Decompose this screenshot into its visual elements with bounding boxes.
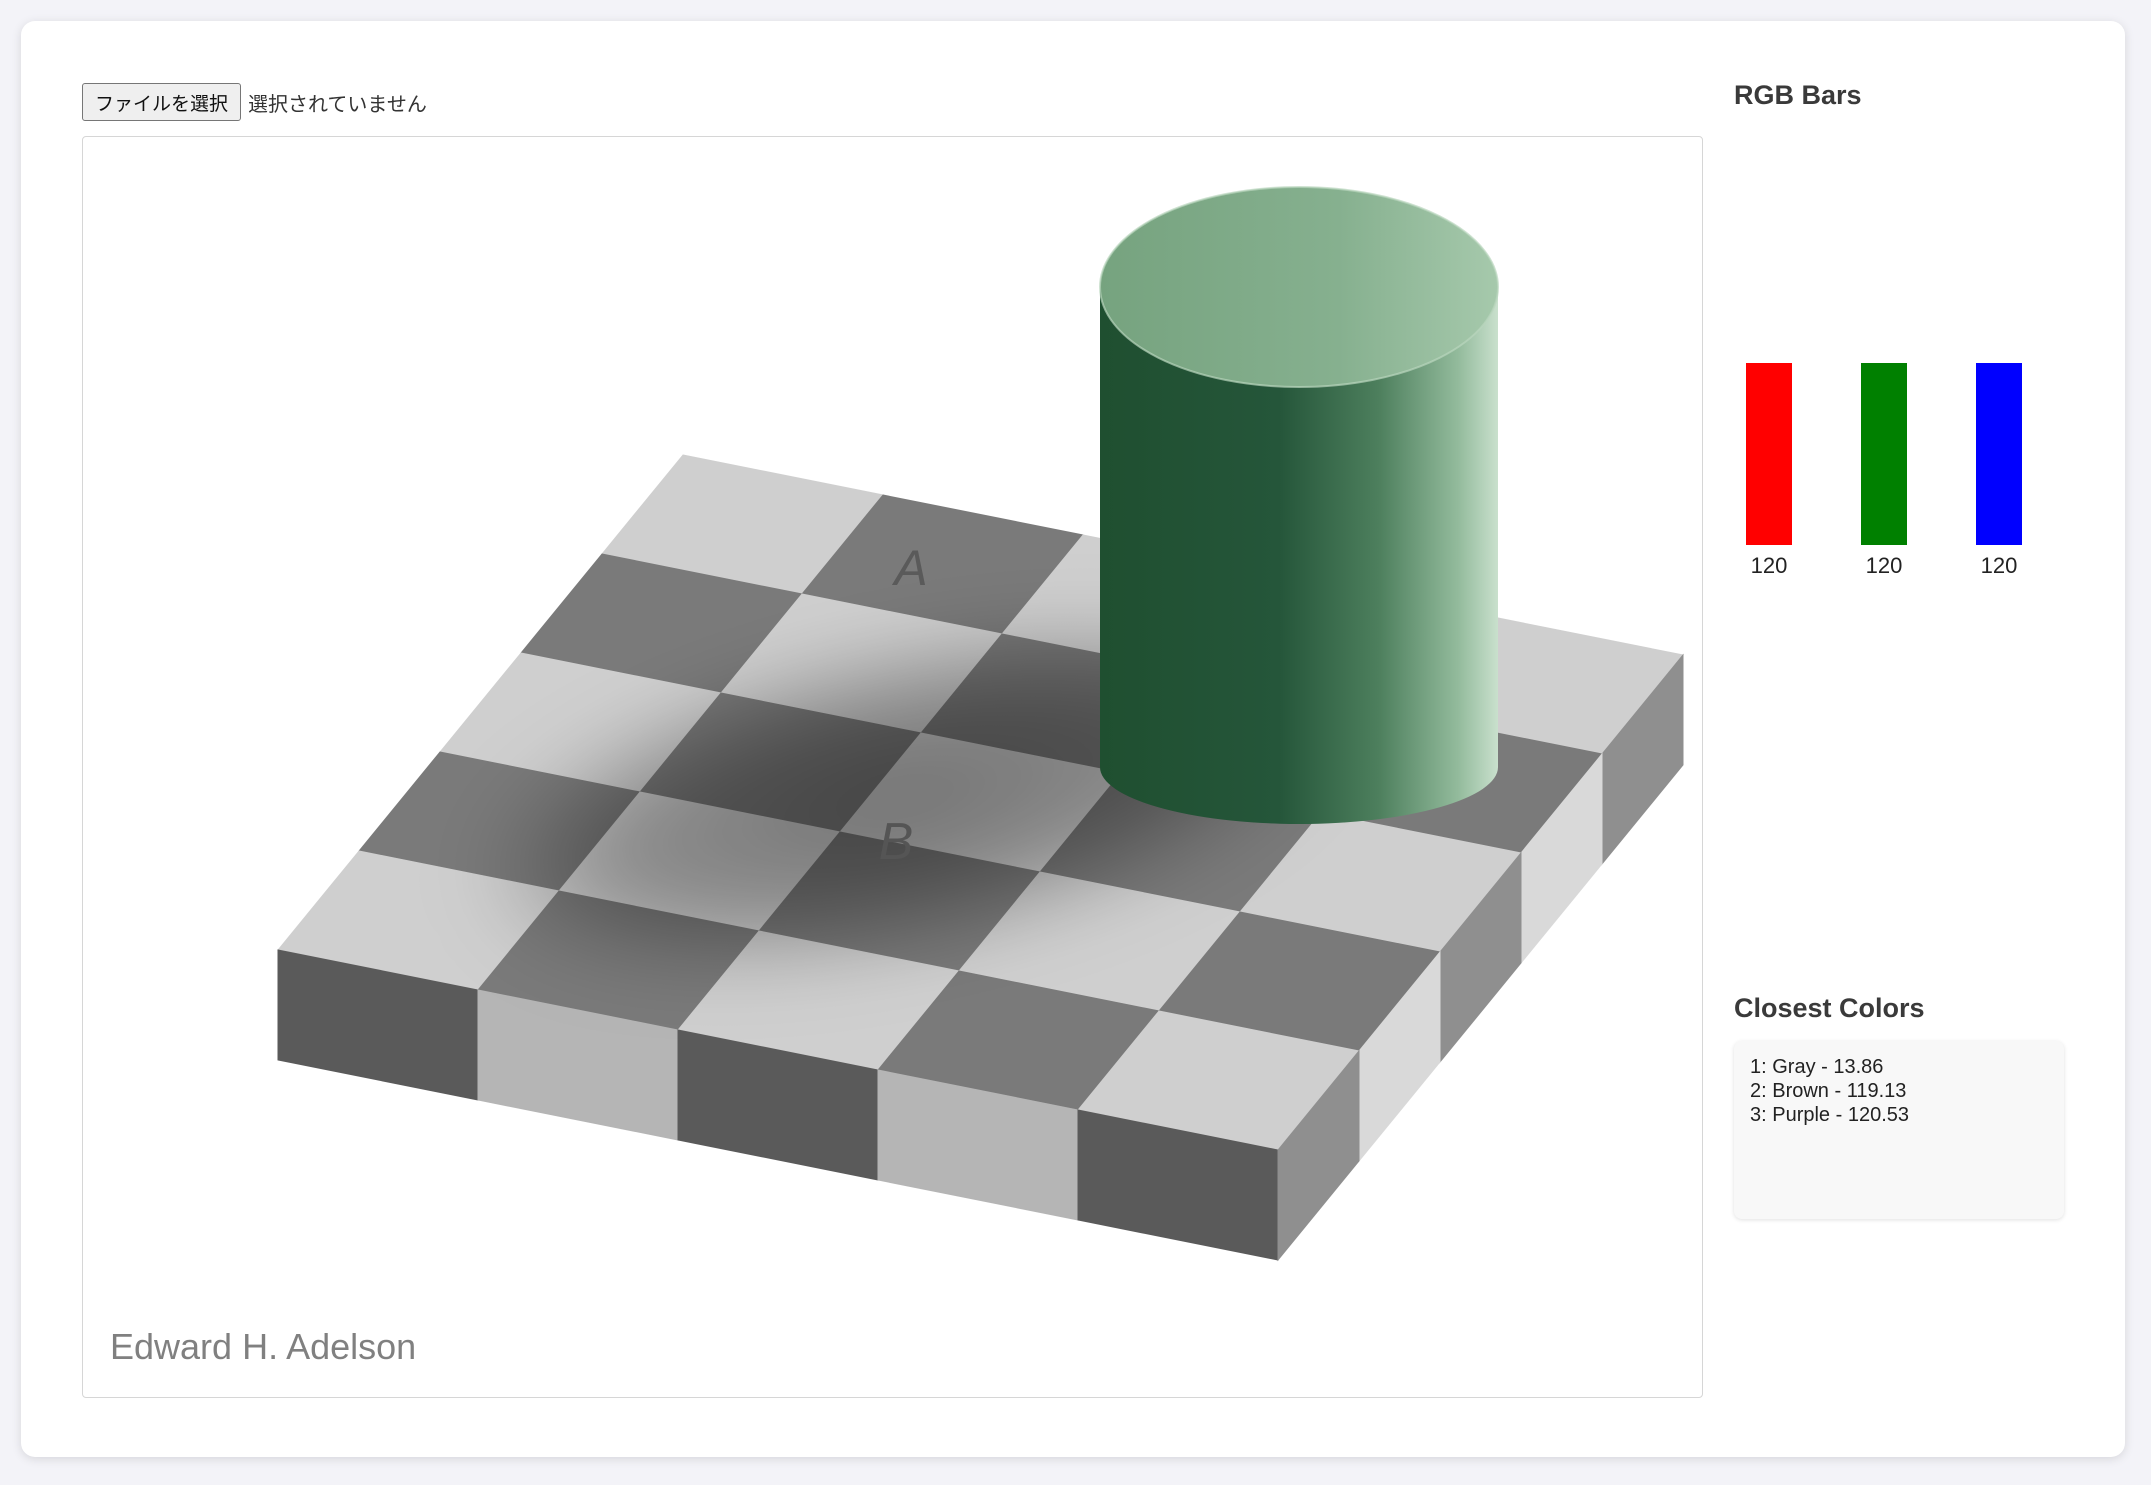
list-item: 3: Purple - 120.53 bbox=[1750, 1104, 1909, 1126]
choose-file-button[interactable]: ファイルを選択 bbox=[82, 83, 242, 121]
blue-value: 120 bbox=[1980, 553, 2018, 578]
list-item: 1: Gray - 13.86 bbox=[1750, 1056, 1884, 1078]
square-a-label: A bbox=[891, 540, 927, 596]
green-value: 120 bbox=[1865, 553, 1903, 578]
closest-colors-title: Closest Colors bbox=[1734, 993, 1925, 1023]
red-bar-column: 120 bbox=[1734, 360, 1804, 579]
rgb-bars-chart: 120 120 120 bbox=[1734, 360, 2064, 580]
file-status-text: 選択されていません bbox=[248, 91, 427, 116]
credit-text: Edward H. Adelson bbox=[110, 1326, 416, 1367]
red-value: 120 bbox=[1750, 553, 1788, 578]
image-canvas[interactable]: A B Edward H. Adelson bbox=[82, 136, 1703, 1398]
file-input-row: ファイルを選択 選択されていません bbox=[82, 82, 427, 122]
blue-bar-column: 120 bbox=[1964, 360, 2034, 579]
red-bar bbox=[1746, 363, 1792, 545]
checker-shadow-illusion-image: A B Edward H. Adelson bbox=[110, 186, 1684, 1367]
green-bar bbox=[1861, 363, 1907, 545]
blue-bar bbox=[1976, 363, 2022, 545]
list-item: 2: Brown - 119.13 bbox=[1750, 1080, 1907, 1102]
green-bar-column: 120 bbox=[1849, 360, 1919, 579]
closest-colors-list: 1: Gray - 13.86 2: Brown - 119.13 3: Pur… bbox=[1734, 1041, 2064, 1219]
rgb-bars-title: RGB Bars bbox=[1734, 80, 1862, 110]
square-b-label: B bbox=[879, 813, 914, 871]
green-cylinder bbox=[1099, 186, 1499, 824]
